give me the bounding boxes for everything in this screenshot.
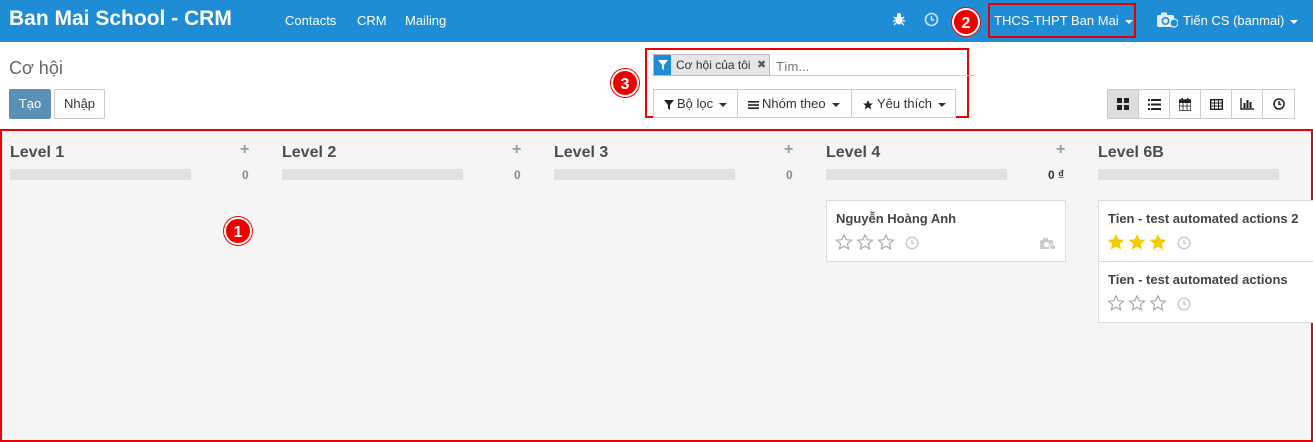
avatar-camera-icon	[1040, 238, 1056, 251]
list-view-button[interactable]	[1139, 90, 1170, 118]
filters-dropdown[interactable]: Bộ lọc	[653, 89, 738, 118]
column-title[interactable]: Level 4	[826, 144, 880, 162]
clock-icon	[1272, 98, 1285, 110]
chevron-down-icon	[831, 102, 840, 107]
add-card-button[interactable]: +	[1056, 141, 1065, 159]
star-empty-icon[interactable]	[1107, 294, 1125, 312]
column-total: 0	[786, 168, 793, 182]
column-total: 0 ₫	[1048, 168, 1065, 182]
nav-contacts[interactable]: Contacts	[285, 13, 336, 28]
filter-icon	[664, 99, 674, 110]
graph-view-button[interactable]	[1232, 90, 1263, 118]
activity-view-button[interactable]	[1263, 90, 1294, 118]
search-input[interactable]	[776, 56, 956, 76]
chevron-down-icon	[1124, 19, 1133, 24]
nav-mailing[interactable]: Mailing	[405, 13, 446, 28]
chevron-down-icon	[719, 102, 728, 107]
column-title[interactable]: Level 6B	[1098, 144, 1164, 162]
kanban-card[interactable]: Tien - test automated actions 2	[1098, 200, 1313, 262]
kanban-view-button[interactable]	[1108, 90, 1139, 118]
add-card-button[interactable]: +	[240, 141, 249, 159]
user-name: Tiến CS (banmai)	[1183, 13, 1285, 28]
add-card-button[interactable]: +	[784, 141, 793, 159]
kanban-card[interactable]: Tien - test automated actions	[1098, 261, 1313, 323]
column-title[interactable]: Level 3	[554, 144, 608, 162]
company-name: THCS-THPT Ban Mai	[994, 13, 1119, 28]
chevron-down-icon	[1290, 19, 1299, 24]
priority-stars[interactable]	[1107, 294, 1167, 312]
annotation-badge: 2	[952, 8, 980, 36]
activity-clock-icon[interactable]	[1177, 236, 1191, 250]
favorites-dropdown[interactable]: Yêu thích	[851, 89, 956, 118]
activity-clock-icon[interactable]	[1177, 297, 1191, 311]
column-title[interactable]: Level 1	[10, 144, 64, 162]
close-icon[interactable]: ✖	[755, 55, 769, 75]
pivot-view-button[interactable]	[1201, 90, 1232, 118]
activity-clock-icon[interactable]	[924, 12, 939, 32]
group-by-label: Nhóm theo	[762, 96, 826, 111]
filter-icon	[654, 55, 671, 75]
column-progress-bar	[1098, 169, 1279, 180]
list-icon	[748, 100, 759, 109]
favorites-label: Yêu thích	[877, 96, 932, 111]
bug-icon[interactable]	[892, 11, 906, 32]
list-icon	[1147, 98, 1161, 110]
column-progress-bar	[10, 169, 191, 180]
star-empty-icon[interactable]	[1149, 294, 1167, 312]
card-title: Tien - test automated actions	[1108, 272, 1288, 287]
card-title: Nguyễn Hoàng Anh	[836, 211, 957, 226]
kanban-icon	[1117, 98, 1129, 110]
search-facet[interactable]: Cơ hội của tôi ✖	[653, 54, 770, 76]
app-title[interactable]: Ban Mai School - CRM	[9, 7, 232, 31]
activity-clock-icon[interactable]	[905, 236, 919, 250]
chevron-down-icon	[937, 102, 946, 107]
user-avatar-icon[interactable]	[1156, 11, 1179, 34]
nav-crm[interactable]: CRM	[357, 13, 387, 28]
kanban-card[interactable]: Nguyễn Hoàng Anh	[826, 200, 1066, 262]
table-icon	[1209, 98, 1223, 110]
add-card-button[interactable]: +	[512, 141, 521, 159]
column-title[interactable]: Level 2	[282, 144, 336, 162]
column-progress-bar	[282, 169, 463, 180]
search-facet-label: Cơ hội của tôi	[676, 58, 751, 72]
star-icon	[863, 99, 873, 110]
star-empty-icon[interactable]	[835, 233, 853, 251]
star-empty-icon[interactable]	[1128, 294, 1146, 312]
annotation-badge: 3	[611, 69, 639, 97]
calendar-view-button[interactable]	[1170, 90, 1201, 118]
create-button[interactable]: Tạo	[9, 89, 51, 119]
star-filled-icon[interactable]	[1149, 233, 1167, 251]
star-filled-icon[interactable]	[1107, 233, 1125, 251]
column-total: 0	[242, 168, 249, 182]
calendar-icon	[1179, 97, 1191, 111]
column-total: 0	[514, 168, 521, 182]
column-progress-bar	[826, 169, 1007, 180]
user-menu[interactable]: Tiến CS (banmai)	[1183, 13, 1299, 28]
star-filled-icon[interactable]	[1128, 233, 1146, 251]
priority-stars[interactable]	[1107, 233, 1167, 251]
page-title: Cơ hội	[9, 58, 63, 78]
priority-stars[interactable]	[835, 233, 895, 251]
filters-label: Bộ lọc	[677, 96, 714, 111]
card-title: Tien - test automated actions 2	[1108, 211, 1299, 226]
star-empty-icon[interactable]	[877, 233, 895, 251]
bar-chart-icon	[1240, 98, 1254, 110]
company-switcher[interactable]: THCS-THPT Ban Mai	[994, 13, 1133, 28]
column-progress-bar	[554, 169, 735, 180]
star-empty-icon[interactable]	[856, 233, 874, 251]
import-button[interactable]: Nhập	[54, 89, 105, 119]
annotation-badge: 1	[224, 217, 252, 245]
kanban-board: Level 1 + 0 Level 2 + 0 Level 3 + 0 Leve…	[0, 129, 1313, 442]
group-by-dropdown[interactable]: Nhóm theo	[737, 89, 852, 118]
view-switcher	[1107, 89, 1295, 119]
